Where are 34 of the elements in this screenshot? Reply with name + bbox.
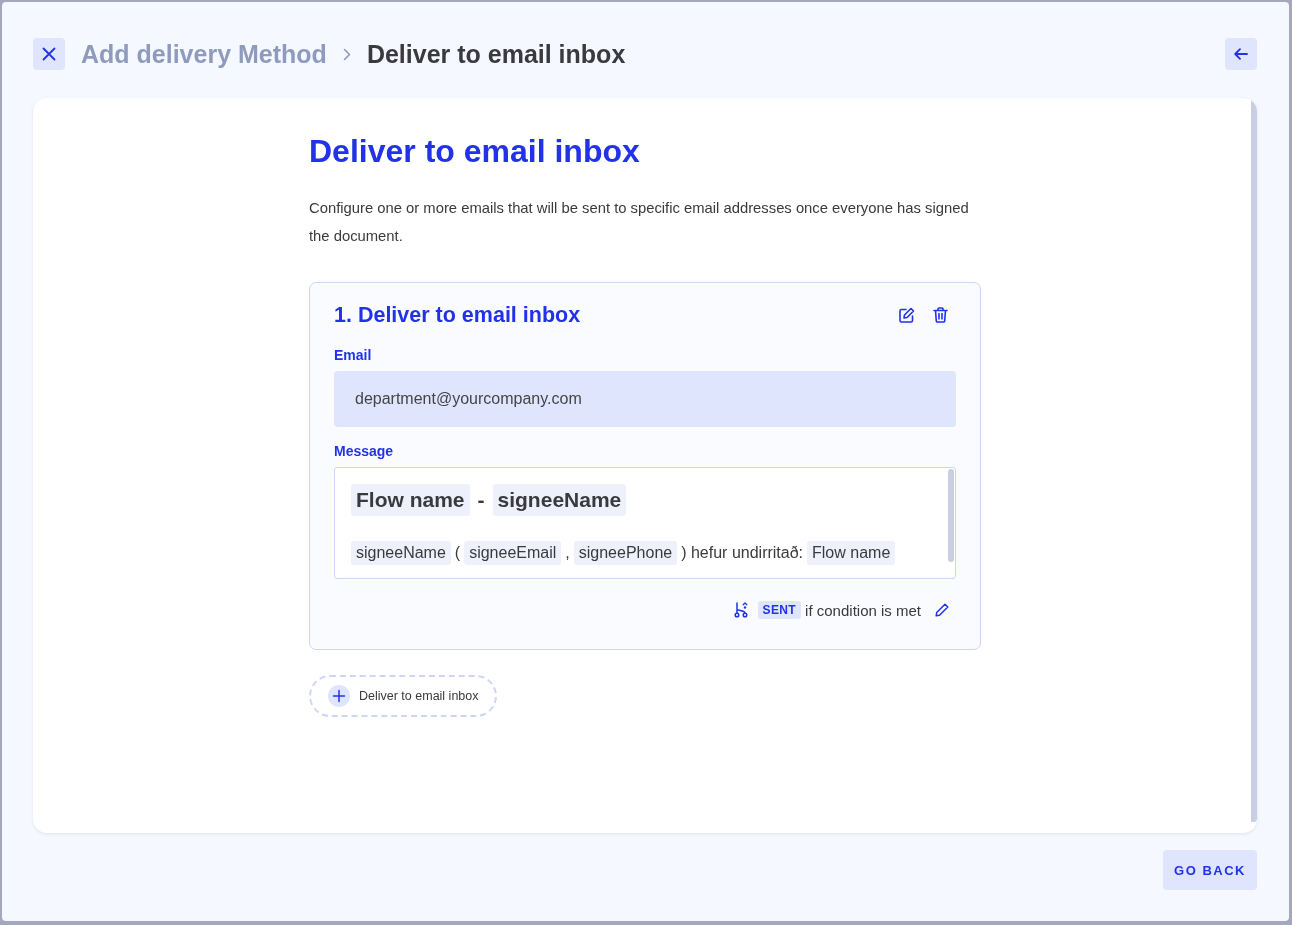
close-button[interactable] — [33, 38, 65, 70]
variable-tag: Flow name — [807, 541, 896, 565]
chevron-icon — [342, 47, 351, 61]
arrow-left-icon — [1234, 48, 1248, 60]
variable-tag: signeeEmail — [464, 541, 562, 565]
pencil-icon[interactable] — [935, 603, 949, 617]
variable-tag: signeeName — [492, 484, 627, 516]
message-text: - — [476, 488, 486, 512]
message-text: ) hefur undirritað: — [681, 544, 804, 562]
field-label: Message — [334, 442, 394, 461]
message-text: ( — [454, 544, 461, 562]
back-button[interactable] — [1225, 38, 1257, 70]
condition-text: if condition is met — [805, 601, 921, 619]
status-badge: SENT — [757, 601, 802, 619]
trash-icon[interactable] — [933, 307, 948, 323]
page-description: Configure one or more emails that will be sent to specific email addresses once everyone has signed the document. — [309, 199, 970, 246]
variable-tag: signeeName — [351, 541, 451, 565]
branch-icon — [733, 602, 748, 618]
delivery-title: 1. Deliver to email inbox — [334, 302, 581, 329]
breadcrumb-current: Deliver to email inbox — [366, 39, 626, 70]
add-delivery-button[interactable]: Deliver to email inbox — [309, 675, 497, 717]
close-icon — [42, 47, 56, 61]
variable-tag: signeePhone — [573, 541, 678, 565]
plus-icon — [328, 685, 350, 707]
page-title: Deliver to email inbox — [309, 132, 641, 171]
message-text: , — [565, 544, 570, 562]
variable-tag: Flow name — [351, 484, 470, 516]
field-label: Email — [334, 346, 372, 365]
go-back-button[interactable]: GO BACK — [1163, 850, 1257, 890]
scrollbar[interactable] — [1251, 100, 1257, 822]
scrollbar[interactable] — [948, 469, 954, 562]
message-editor[interactable]: Flow name - signeeName signeeName ( signeeEmail , signeePhone ) hefur undirritað: Flow name — [334, 467, 956, 579]
email-field[interactable]: department@yourcompany.com — [334, 371, 956, 427]
edit-icon[interactable] — [898, 306, 915, 324]
